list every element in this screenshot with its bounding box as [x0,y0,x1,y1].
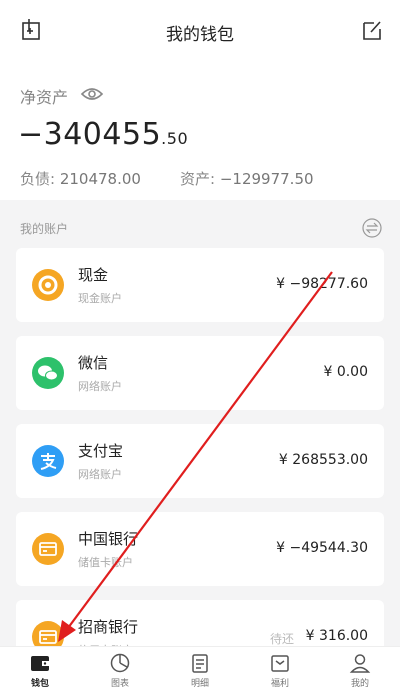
account-name: 微信 [78,354,109,372]
tab-wallet[interactable]: 钱包 [0,647,80,690]
asset-label: 资产: [180,170,216,188]
debt-label: 负债: [20,170,56,188]
pie-chart-icon [110,653,130,673]
tab-mine[interactable]: 我的 [320,647,400,690]
account-card-boc[interactable]: 中国银行 储值卡账户 ¥ −49544.30 [16,512,384,586]
account-card-cmb[interactable]: 招商银行 信用卡账户 待还 ¥ 316.00 [16,600,384,646]
account-type: 网络账户 [78,468,122,481]
net-assets-summary: 净资产 −340455.50 负债: 210478.00 资产: −129977… [0,62,400,200]
account-type: 现金账户 [78,292,122,305]
net-assets-label: 净资产 [20,88,69,107]
section-title: 我的账户 [20,222,69,236]
asset-value: −129977.50 [219,170,314,188]
account-amount: ¥ −98277.60 [276,276,368,292]
list-detail-icon [192,654,208,673]
debt-value: 210478.00 [59,170,141,188]
account-card-cash[interactable]: 现金 现金账户 ¥ −98277.60 [16,248,384,322]
tab-label: 我的 [350,679,369,689]
debt-summary: 负债: 210478.00 [20,168,141,189]
account-type: 储值卡账户 [78,556,133,569]
account-name: 现金 [78,266,109,284]
alipay-icon [32,445,64,477]
tab-detail[interactable]: 明细 [160,647,240,690]
wechat-icon [32,357,64,389]
eye-icon[interactable] [80,84,104,104]
tab-welfare[interactable]: 福利 [240,647,320,690]
cash-icon [32,269,64,301]
account-amount: ¥ 268553.00 [278,452,368,468]
tab-chart[interactable]: 图表 [80,647,160,690]
account-amount: ¥ 0.00 [323,364,368,380]
bank-card-icon [32,533,64,565]
accounts-section: 我的账户 现金 现金账户 ¥ −98277.60 微信 网络账户 ¥ 0.00 … [0,200,400,646]
tab-label: 福利 [270,679,289,689]
page-title: 我的钱包 [166,25,234,45]
account-name: 中国银行 [78,530,139,548]
tab-label: 钱包 [30,679,49,689]
net-assets-int: −340455 [18,117,162,152]
bottom-tab-bar: 钱包 图表 明细 福利 我的 [0,646,400,690]
gift-box-icon [271,655,289,672]
account-amount: ¥ −49544.30 [276,540,368,556]
pending-repay-label: 待还 [269,632,294,646]
account-name: 支付宝 [78,442,124,460]
account-card-alipay[interactable]: 支付宝 网络账户 ¥ 268553.00 [16,424,384,498]
account-amount: ¥ 316.00 [305,628,368,644]
swap-icon[interactable] [362,218,382,238]
account-card-wechat[interactable]: 微信 网络账户 ¥ 0.00 [16,336,384,410]
asset-summary: 资产: −129977.50 [180,168,314,189]
tab-label: 明细 [190,679,209,689]
account-type: 网络账户 [78,380,122,393]
account-name: 招商银行 [78,618,139,636]
wallet-icon [31,656,49,671]
net-assets-dec: .50 [161,129,189,148]
edit-icon[interactable] [360,18,384,42]
net-assets-value: −340455.50 [18,117,188,152]
app-header: 我的钱包 [0,0,400,62]
credit-card-icon [32,621,64,646]
user-icon [349,654,371,673]
tab-label: 图表 [110,679,129,689]
